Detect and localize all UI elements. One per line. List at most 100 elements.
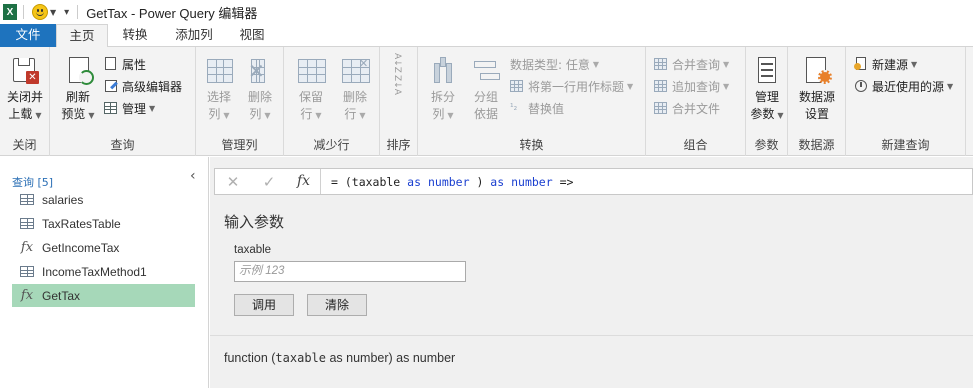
table-icon <box>18 266 36 277</box>
group-by-button[interactable]: 分组 依据 <box>466 55 506 123</box>
invoke-button[interactable]: 调用 <box>234 294 294 316</box>
query-item-getincometax[interactable]: fx GetIncomeTax <box>12 236 195 259</box>
window-title: GetTax - Power Query 编辑器 <box>86 5 258 21</box>
query-item-incometaxmethod1[interactable]: IncomeTaxMethod1 <box>12 260 195 283</box>
ribbon-tabs: 文件 主页 转换 添加列 视图 <box>0 24 973 48</box>
refresh-label-1: 刷新 <box>65 90 90 104</box>
group-label-data-source: 数据源 <box>798 138 835 152</box>
ribbon: ✕ 关闭并 上载 ▼ 关闭 刷新 预览 ▼ 属性 高级编辑器 管理 ▼ 查询 选… <box>0 47 973 156</box>
chevron-left-icon[interactable]: ‹ <box>190 168 196 184</box>
data-type-dropdown[interactable]: 数据类型: 任意 ▼ <box>510 54 599 74</box>
group-data-source: 数据源 设置 数据源 <box>788 47 846 156</box>
query-item-taxratestable[interactable]: TaxRatesTable <box>12 212 195 235</box>
group-label-manage-columns: 管理列 <box>221 138 258 152</box>
group-label-combine: 组合 <box>683 138 708 152</box>
query-item-label: GetIncomeTax <box>42 240 120 255</box>
split-column-label-2: 列 <box>432 107 445 121</box>
remove-columns-label-1: 删除 <box>247 90 272 104</box>
properties-icon <box>104 57 118 71</box>
combine-files-icon <box>654 101 668 115</box>
replace-values-icon: ¹₂ <box>510 103 518 113</box>
toolbar-separator <box>23 5 24 19</box>
combine-files-button[interactable]: 合并文件 <box>654 98 720 118</box>
remove-columns-button[interactable]: ✕ 删除 列 ▼ <box>240 55 280 124</box>
refresh-label-2: 预览 <box>61 107 86 121</box>
tab-add-column[interactable]: 添加列 <box>164 24 224 47</box>
append-queries-button[interactable]: 追加查询 ▼ <box>654 76 729 96</box>
tab-transform[interactable]: 转换 <box>112 24 158 47</box>
taxable-input[interactable]: 示例 123 <box>234 261 466 282</box>
query-item-salaries[interactable]: salaries <box>12 188 195 211</box>
remove-columns-label-2: 列 <box>249 107 262 121</box>
feedback-smiley-icon[interactable] <box>32 4 48 20</box>
manage-parameters-icon <box>751 55 783 87</box>
group-label-new-query: 新建查询 <box>881 138 930 152</box>
group-combine: 合并查询 ▼ 追加查询 ▼ 合并文件 组合 <box>646 47 746 156</box>
remove-rows-label-1: 删除 <box>342 90 367 104</box>
close-and-load-button[interactable]: ✕ 关闭并 上载 ▼ <box>3 55 47 124</box>
group-by-icon <box>470 55 502 87</box>
clear-button[interactable]: 清除 <box>307 294 367 316</box>
recent-sources-label: 最近使用的源 <box>872 79 945 94</box>
close-and-load-label-1: 关闭并 <box>6 90 43 104</box>
sort-ascending-button[interactable]: A↓Z <box>392 53 402 73</box>
choose-columns-icon <box>203 55 235 87</box>
cancel-formula-icon[interactable]: ✕ <box>215 173 251 191</box>
remove-rows-button[interactable]: ✕ 删除 行 ▼ <box>334 55 376 124</box>
combine-files-label: 合并文件 <box>672 101 721 116</box>
data-source-settings-button[interactable]: 数据源 设置 <box>794 55 840 123</box>
remove-columns-icon: ✕ <box>248 59 265 83</box>
excel-icon[interactable]: X <box>3 4 17 20</box>
new-source-button[interactable]: 新建源 ▼ <box>854 54 917 74</box>
data-source-settings-label-1: 数据源 <box>798 90 835 104</box>
tab-home[interactable]: 主页 <box>56 24 108 48</box>
query-item-label: TaxRatesTable <box>42 216 121 231</box>
customize-toolbar-icon[interactable]: ▾ <box>64 7 69 18</box>
manage-parameters-button[interactable]: 管理 参数 ▼ <box>747 55 787 124</box>
choose-columns-button[interactable]: 选择 列 ▼ <box>200 55 238 124</box>
recent-sources-button[interactable]: 最近使用的源 ▼ <box>854 76 953 96</box>
new-source-label: 新建源 <box>872 57 909 72</box>
taxable-input-placeholder: 示例 123 <box>239 265 285 277</box>
replace-values-button[interactable]: ¹₂ 替换值 <box>510 98 564 118</box>
query-item-gettax[interactable]: fx GetTax <box>12 284 195 307</box>
function-icon: fx <box>20 288 34 303</box>
sort-ascending-icon: A↓Z <box>392 53 402 73</box>
keep-rows-button[interactable]: 保留 行 ▼ <box>290 55 332 124</box>
append-queries-label: 追加查询 <box>672 79 721 94</box>
refresh-preview-button[interactable]: 刷新 预览 ▼ <box>56 55 100 124</box>
parameter-label: taxable <box>234 244 272 256</box>
tab-file[interactable]: 文件 <box>0 24 56 47</box>
advanced-editor-button[interactable]: 高级编辑器 <box>104 76 182 96</box>
group-label-sort: 排序 <box>386 138 411 152</box>
manage-button[interactable]: 管理 ▼ <box>104 98 155 118</box>
header-row-icon <box>510 79 524 93</box>
merge-queries-label: 合并查询 <box>672 57 721 72</box>
group-label-parameters: 参数 <box>754 138 779 152</box>
use-first-row-as-headers-button[interactable]: 将第一行用作标题 ▼ <box>510 76 633 96</box>
manage-icon <box>104 101 118 115</box>
choose-columns-label-1: 选择 <box>206 90 231 104</box>
advanced-editor-label: 高级编辑器 <box>122 79 183 94</box>
group-by-label-1: 分组 <box>473 90 498 104</box>
split-column-button[interactable]: 拆分 列 ▼ <box>422 55 464 124</box>
commit-formula-icon[interactable]: ✓ <box>251 173 287 191</box>
keep-rows-label-1: 保留 <box>298 90 323 104</box>
recent-sources-icon <box>854 79 868 93</box>
remove-rows-label-2: 行 <box>344 107 357 121</box>
split-column-icon <box>427 55 459 87</box>
tab-view[interactable]: 视图 <box>230 24 274 47</box>
chevron-down-icon[interactable]: ▼ <box>50 8 56 17</box>
merge-queries-button[interactable]: 合并查询 ▼ <box>654 54 729 74</box>
fx-icon[interactable]: fx <box>287 169 321 194</box>
sort-descending-button[interactable]: Z↓A <box>392 75 402 95</box>
group-reduce-rows: 保留 行 ▼ ✕ 删除 行 ▼ 减少行 <box>284 47 380 156</box>
group-manage-columns: 选择 列 ▼ ✕ 删除 列 ▼ 管理列 <box>196 47 284 156</box>
enter-parameters-title: 输入参数 <box>224 213 285 231</box>
query-item-label: IncomeTaxMethod1 <box>42 264 147 279</box>
replace-values-label: 替换值 <box>528 101 565 116</box>
formula-bar: ✕ ✓ fx = (taxable as number ) as number … <box>214 168 973 195</box>
properties-button[interactable]: 属性 <box>104 54 146 74</box>
manage-label: 管理 <box>122 101 147 116</box>
formula-text[interactable]: = (taxable as number ) as number => <box>321 175 573 189</box>
